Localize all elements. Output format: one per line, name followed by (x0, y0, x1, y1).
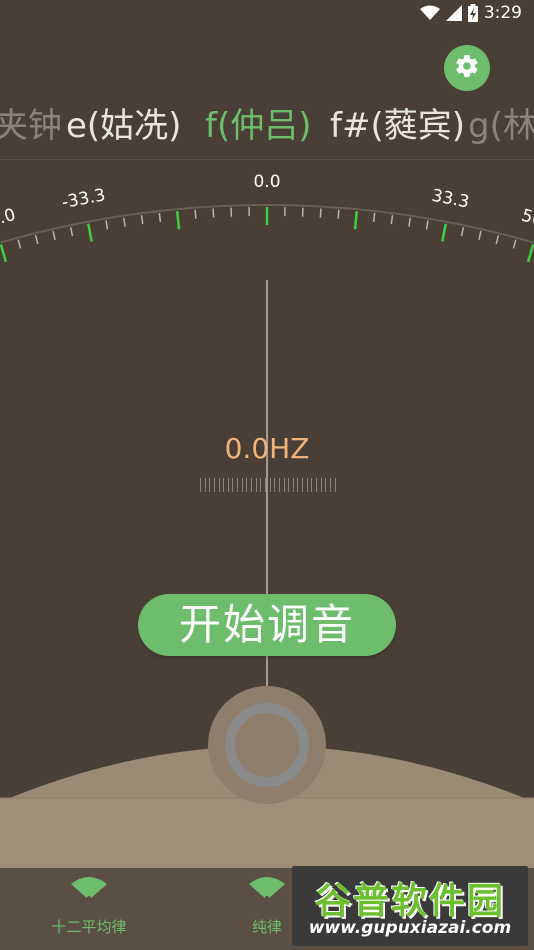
dial-major-tick (526, 244, 534, 263)
dial-label: 33.3 (430, 186, 471, 213)
fine-scale-tick (292, 478, 294, 492)
wifi-icon (419, 5, 440, 21)
nav-label: 十二平均律 (51, 918, 127, 936)
dial-minor-tick (460, 227, 465, 237)
dial-minor-tick (122, 217, 126, 227)
note-item[interactable]: 夹钟 (0, 96, 62, 156)
note-item[interactable]: e(姑冼) (66, 96, 181, 156)
fine-scale-tick (209, 478, 211, 492)
dial-major-tick (353, 211, 358, 230)
dial-minor-tick (212, 208, 215, 218)
dial-minor-tick (140, 215, 144, 225)
nav-label: 纯律 (251, 918, 282, 936)
dial-minor-tick (34, 235, 39, 245)
gear-icon (454, 53, 480, 83)
fine-scale-tick (204, 478, 206, 492)
fine-scale-tick (237, 478, 239, 492)
fine-scale-tick (260, 478, 262, 492)
watermark-title: 谷普软件园 (314, 881, 505, 922)
wifi-fan-icon (247, 876, 287, 906)
fine-scale (200, 478, 336, 492)
fine-scale-tick (246, 478, 248, 492)
dial-minor-tick (337, 209, 340, 219)
fine-scale-tick (200, 478, 201, 492)
nav-item-equal-temperament[interactable]: 十二平均律 (0, 868, 178, 950)
status-bar: 3:29 (0, 0, 534, 26)
settings-button[interactable] (444, 45, 490, 91)
fine-scale-tick (325, 478, 327, 492)
fine-scale-tick (227, 478, 229, 492)
dial-minor-tick (478, 230, 482, 241)
dial-label: -50.0 (0, 205, 18, 236)
fine-scale-tick (251, 478, 253, 492)
dial-minor-tick (319, 208, 322, 218)
note-item[interactable]: g(林 (468, 96, 534, 156)
fine-scale-tick (320, 478, 322, 492)
fine-scale-tick (213, 478, 215, 492)
fine-scale-tick (334, 478, 336, 492)
start-tuning-button[interactable]: 开始调音 (138, 594, 396, 656)
dial-minor-tick (52, 230, 56, 241)
dial-major-tick (176, 211, 181, 230)
dial-minor-tick (390, 215, 394, 225)
dial-minor-tick (512, 239, 517, 249)
fine-scale-tick (283, 478, 285, 492)
note-item[interactable]: f#(蕤宾) (330, 96, 465, 156)
fine-scale-tick (274, 478, 276, 492)
dial-minor-tick (425, 220, 429, 230)
fine-scale-tick (316, 478, 318, 492)
dial-label: 50.0 (519, 206, 534, 236)
fine-scale-tick (306, 478, 308, 492)
dial-minor-tick (408, 217, 412, 227)
frequency-readout: 0.0HZ (224, 432, 310, 465)
fine-scale-tick (269, 478, 271, 492)
dial-minor-tick (69, 227, 74, 237)
signal-icon (445, 5, 462, 21)
dial-major-tick (87, 223, 93, 242)
fine-scale-tick (278, 478, 280, 492)
fine-scale-tick (264, 478, 266, 492)
fine-scale-tick (329, 478, 331, 492)
dial-minor-tick (495, 235, 500, 245)
dial-minor-tick (105, 220, 109, 230)
fine-scale-tick (218, 478, 220, 492)
dial-minor-tick (17, 239, 22, 249)
fine-scale-tick (302, 478, 304, 492)
watermark: 谷普软件园 www.gupuxiazai.com (292, 866, 528, 946)
fine-scale-tick (241, 478, 243, 492)
dial-minor-tick (158, 212, 162, 223)
dial-minor-tick (372, 212, 376, 223)
note-item-selected[interactable]: f(仲吕) (205, 96, 312, 156)
fine-scale-tick (297, 478, 299, 492)
knob-ring[interactable] (225, 703, 309, 787)
dial-label: -33.3 (60, 185, 107, 213)
watermark-url: www.gupuxiazai.com (308, 918, 512, 938)
fine-scale-tick (288, 478, 290, 492)
dial-minor-tick (194, 209, 197, 219)
battery-charging-icon (467, 4, 478, 22)
status-time: 3:29 (483, 3, 522, 23)
dial-label: 0.0 (253, 172, 280, 192)
wifi-fan-icon (69, 876, 109, 906)
dial-major-tick (0, 244, 8, 263)
fine-scale-tick (255, 478, 257, 492)
cents-dial: -50.0 -33.3 0.0 33.3 50.0 (0, 172, 534, 263)
dial-major-tick (441, 223, 447, 242)
note-strip[interactable]: 夹钟 e(姑冼) f(仲吕) f#(蕤宾) g(林 (0, 96, 534, 156)
fine-scale-tick (232, 478, 234, 492)
fine-scale-tick (223, 478, 225, 492)
fine-scale-tick (311, 478, 313, 492)
